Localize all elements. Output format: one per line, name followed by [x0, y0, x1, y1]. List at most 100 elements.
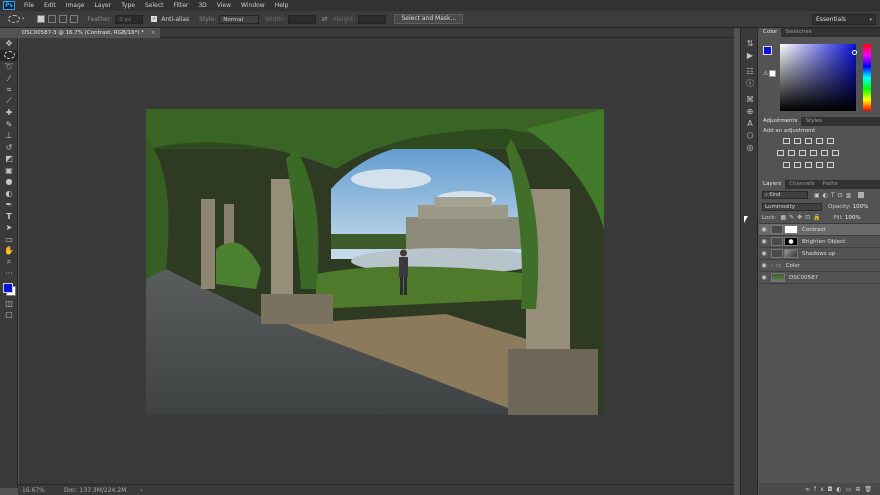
- move-icon[interactable]: ✥: [0, 38, 18, 50]
- eye-icon[interactable]: ◉: [759, 250, 769, 257]
- layer-name[interactable]: Color: [786, 263, 800, 269]
- hue-saturation-icon[interactable]: [777, 150, 784, 156]
- curves-icon[interactable]: [805, 138, 812, 144]
- layer-row-brighten-object[interactable]: ◉ Brighten Object: [759, 236, 880, 248]
- marquee-icon[interactable]: [0, 49, 18, 61]
- layer-mask-thumb[interactable]: [784, 249, 798, 258]
- close-tab-icon[interactable]: ×: [151, 30, 156, 36]
- foreground-color-chip[interactable]: [763, 46, 772, 55]
- menu-file[interactable]: File: [19, 2, 39, 9]
- color-swatches[interactable]: [0, 280, 18, 298]
- workspace-switcher[interactable]: Essentials ▾: [812, 14, 876, 25]
- vibrance-icon[interactable]: [827, 138, 834, 144]
- eye-icon[interactable]: ◉: [759, 238, 769, 245]
- tab-color[interactable]: Color: [759, 28, 782, 37]
- layer-name[interactable]: Brighten Object: [802, 239, 845, 245]
- libraries-icon[interactable]: ◎: [741, 141, 759, 153]
- tab-paths[interactable]: Paths: [819, 180, 842, 189]
- elliptical-marquee-preset-icon[interactable]: [8, 15, 20, 23]
- menu-3d[interactable]: 3D: [193, 2, 211, 9]
- layer-row-shadows-up[interactable]: ◉ Shadows up: [759, 248, 880, 260]
- zoom-level[interactable]: 16.67%: [22, 487, 58, 494]
- trash-icon[interactable]: 🗑: [864, 486, 876, 493]
- menu-image[interactable]: Image: [61, 2, 90, 9]
- chevron-right-icon[interactable]: ›: [771, 263, 773, 269]
- posterize-icon[interactable]: [794, 162, 801, 168]
- layer-name[interactable]: Shadows up: [802, 251, 835, 257]
- color-picker-cursor[interactable]: [852, 50, 857, 55]
- intersect-selection-icon[interactable]: [69, 15, 78, 23]
- selective-color-icon[interactable]: [827, 162, 834, 168]
- menu-select[interactable]: Select: [140, 2, 169, 9]
- eye-icon[interactable]: ◉: [759, 262, 769, 269]
- pen-icon[interactable]: ✒: [0, 199, 18, 211]
- eye-icon[interactable]: ◉: [759, 226, 769, 233]
- menu-window[interactable]: Window: [236, 2, 270, 9]
- history-brush-icon[interactable]: ↺: [0, 142, 18, 154]
- menu-help[interactable]: Help: [270, 2, 294, 9]
- status-menu-arrow[interactable]: ›: [140, 487, 142, 494]
- quick-mask-icon[interactable]: ◫: [0, 298, 18, 310]
- feather-input[interactable]: 0 px: [115, 14, 144, 24]
- foreground-color-swatch[interactable]: [3, 282, 13, 293]
- fill-value[interactable]: 100%: [845, 215, 861, 221]
- layer-kind-filter[interactable]: ⌕ Kind: [762, 191, 808, 199]
- hue-slider[interactable]: [863, 44, 871, 111]
- brush-icon[interactable]: ✎: [0, 119, 18, 131]
- new-layer-icon[interactable]: ⊞: [855, 486, 864, 493]
- new-adjustment-icon[interactable]: ◐: [836, 486, 845, 493]
- subtract-from-selection-icon[interactable]: [58, 15, 67, 23]
- tab-styles[interactable]: Styles: [801, 117, 826, 126]
- filter-toggle[interactable]: [858, 192, 865, 198]
- layer-row-dsc00587[interactable]: ◉ DSC00587: [759, 272, 880, 284]
- document-tab[interactable]: DSC00587-3 @ 16.7% (Contrast, RGB/16*) *…: [18, 28, 160, 38]
- style-select[interactable]: Normal: [219, 14, 260, 24]
- clone-source-icon[interactable]: ⊕: [741, 105, 759, 117]
- background-color-chip[interactable]: [769, 70, 776, 77]
- link-layers-icon[interactable]: ∞: [805, 486, 814, 493]
- tab-layers[interactable]: Layers: [759, 180, 786, 189]
- blur-icon[interactable]: ●: [0, 176, 18, 188]
- antialias-checkbox[interactable]: ✓: [151, 16, 158, 22]
- shape-icon[interactable]: ▭: [0, 234, 18, 246]
- color-field[interactable]: [780, 44, 856, 111]
- levels-icon[interactable]: [794, 138, 801, 144]
- color-lookup-icon[interactable]: [832, 150, 839, 156]
- layer-mask-thumb[interactable]: [784, 225, 798, 234]
- layer-mask-thumb[interactable]: [784, 237, 798, 246]
- layer-row-color-group[interactable]: ◉ › ▭ Color: [759, 260, 880, 272]
- 3d-icon[interactable]: ⬡: [741, 129, 759, 141]
- stamp-icon[interactable]: ⊥: [0, 130, 18, 142]
- channel-mixer-icon[interactable]: [821, 150, 828, 156]
- dodge-icon[interactable]: ◐: [0, 188, 18, 200]
- exposure-icon[interactable]: [816, 138, 823, 144]
- new-group-icon[interactable]: ▭: [846, 486, 856, 493]
- gradient-map-icon[interactable]: [816, 162, 823, 168]
- photo-filter-icon[interactable]: [810, 150, 817, 156]
- width-input[interactable]: [287, 14, 316, 24]
- hand-icon[interactable]: ✋: [0, 245, 18, 257]
- eye-icon[interactable]: ◉: [759, 274, 769, 281]
- tab-adjustments[interactable]: Adjustments: [759, 117, 802, 126]
- menu-edit[interactable]: Edit: [39, 2, 61, 9]
- layer-name[interactable]: DSC00587: [789, 275, 818, 281]
- opacity-value[interactable]: 100%: [853, 204, 869, 210]
- menu-type[interactable]: Type: [116, 2, 140, 9]
- zoom-icon[interactable]: ⌕: [0, 257, 18, 269]
- fx-icon[interactable]: fx: [814, 486, 828, 493]
- layer-name[interactable]: Contrast: [802, 227, 826, 233]
- eyedropper-icon[interactable]: ⟋: [0, 96, 18, 108]
- invert-icon[interactable]: [783, 162, 790, 168]
- tab-channels[interactable]: Channels: [785, 180, 818, 189]
- lock-icons[interactable]: ▦✎✥⊡🔒: [780, 214, 823, 221]
- lasso-icon[interactable]: ➰: [0, 61, 18, 73]
- select-and-mask-button[interactable]: Select and Mask...: [394, 14, 464, 24]
- quick-select-icon[interactable]: ⁄: [0, 73, 18, 85]
- gradient-icon[interactable]: ▣: [0, 165, 18, 177]
- black-white-icon[interactable]: [799, 150, 806, 156]
- brush-settings-icon[interactable]: ⌘: [741, 93, 759, 105]
- healing-icon[interactable]: ✚: [0, 107, 18, 119]
- menu-filter[interactable]: Filter: [169, 2, 194, 9]
- brightness-icon[interactable]: [783, 138, 790, 144]
- screen-mode-icon[interactable]: ▢: [0, 309, 18, 321]
